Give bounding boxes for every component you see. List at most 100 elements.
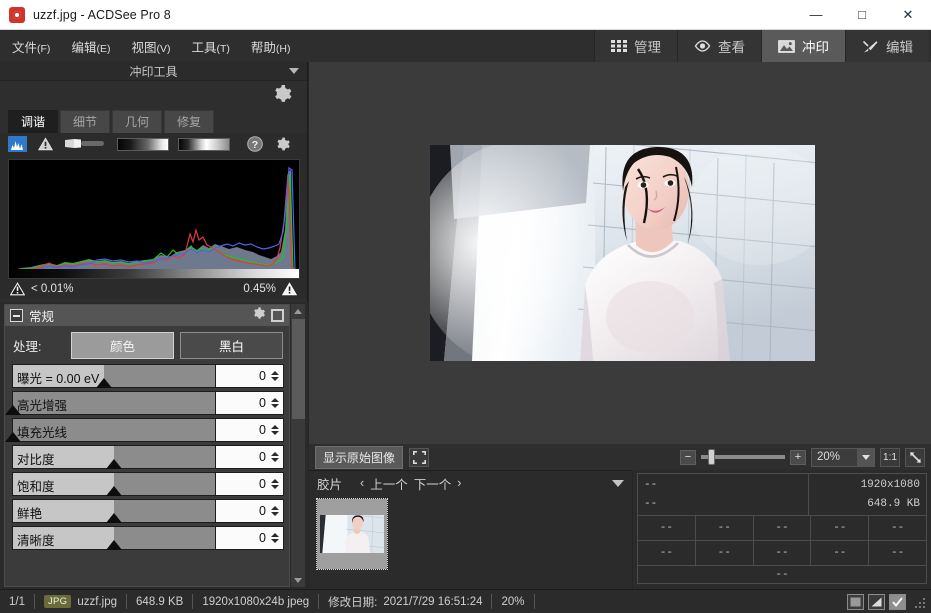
spinner-arrows-icon[interactable] bbox=[271, 398, 279, 408]
panel-split-icon[interactable] bbox=[868, 593, 885, 610]
histogram-settings-gear-icon[interactable] bbox=[273, 136, 292, 152]
slider-contrast-spinner[interactable]: 0 bbox=[215, 446, 283, 468]
gradient-bar-2[interactable] bbox=[178, 137, 230, 151]
slider-clarity[interactable]: 清晰度 0 bbox=[12, 526, 284, 550]
film-strip-item[interactable] bbox=[316, 498, 388, 570]
zoom-slider-thumb[interactable] bbox=[708, 449, 715, 465]
processing-color-button[interactable]: 颜色 bbox=[71, 332, 174, 359]
acdsee-window: uzzf.jpg - ACDSee Pro 8 — □ ✕ 文件(F) 编辑(E… bbox=[0, 0, 931, 613]
shadow-clip-warning-icon[interactable] bbox=[9, 282, 26, 296]
film-strip-prev-button[interactable]: 上一个 bbox=[370, 474, 408, 493]
exif-cell: -- bbox=[811, 541, 870, 565]
exif-row-2: -- -- -- -- -- bbox=[638, 541, 926, 566]
scrollbar-thumb[interactable] bbox=[291, 319, 305, 419]
mode-view-label: 查看 bbox=[718, 40, 745, 55]
slider-saturation-value: 0 bbox=[259, 477, 266, 491]
fullscreen-icon[interactable] bbox=[409, 447, 430, 467]
mode-edit-button[interactable]: 编辑 bbox=[845, 30, 929, 62]
histogram-tonal-gradient bbox=[9, 269, 299, 278]
zoom-level-select[interactable]: 20% bbox=[811, 447, 875, 467]
mode-manage-button[interactable]: 管理 bbox=[594, 30, 677, 62]
highlight-clip-warning-icon[interactable] bbox=[281, 282, 298, 296]
controls-scrollbar[interactable] bbox=[290, 304, 305, 587]
histogram-icon[interactable] bbox=[8, 136, 27, 152]
slider-exposure[interactable]: 曝光 = 0.00 eV 0 bbox=[12, 364, 284, 388]
help-icon[interactable]: ? bbox=[245, 136, 264, 152]
slider-highlight-enhancement-spinner[interactable]: 0 bbox=[215, 392, 283, 414]
status-filesize: 648.9 KB bbox=[136, 595, 184, 608]
slider-saturation[interactable]: 饱和度 0 bbox=[12, 472, 284, 496]
slider-contrast[interactable]: 对比度 0 bbox=[12, 445, 284, 469]
collapse-icon[interactable] bbox=[10, 309, 23, 322]
slider-list: 曝光 = 0.00 eV 0 高光增强 0 填充光线 0 对比度 0 饱和度 0… bbox=[5, 364, 289, 557]
menu-edit-label: 编辑 bbox=[71, 40, 97, 55]
processing-mode-row: 处理: 颜色 黑白 bbox=[5, 326, 289, 364]
slider-highlight-enhancement-value: 0 bbox=[259, 396, 266, 410]
chevron-left-icon[interactable]: ‹ bbox=[360, 476, 364, 490]
mode-develop-label: 冲印 bbox=[802, 40, 829, 55]
scroll-up-icon[interactable] bbox=[294, 304, 302, 318]
chevron-right-icon[interactable]: › bbox=[457, 476, 461, 490]
gear-icon[interactable] bbox=[272, 83, 293, 109]
section-reset-icon[interactable] bbox=[271, 309, 284, 322]
image-viewer[interactable] bbox=[309, 62, 931, 444]
panel-check-icon[interactable] bbox=[889, 593, 906, 610]
spinner-arrows-icon[interactable] bbox=[271, 506, 279, 516]
slider-fill-light-spinner[interactable]: 0 bbox=[215, 419, 283, 441]
mode-develop-button[interactable]: 冲印 bbox=[761, 30, 845, 62]
slider-clarity-label: 清晰度 bbox=[17, 534, 55, 548]
brush-tool-icon[interactable] bbox=[64, 136, 108, 152]
brush-icon bbox=[862, 40, 879, 53]
tab-detail[interactable]: 细节 bbox=[60, 110, 111, 133]
tab-geometry[interactable]: 几何 bbox=[112, 110, 163, 133]
slider-highlight-enhancement[interactable]: 高光增强 0 bbox=[5, 391, 284, 415]
spinner-arrows-icon[interactable] bbox=[271, 452, 279, 462]
minimize-button[interactable]: — bbox=[793, 0, 839, 30]
exif-cell: -- bbox=[890, 547, 905, 559]
warning-icon[interactable] bbox=[36, 136, 55, 152]
menu-help[interactable]: 帮助(H) bbox=[242, 33, 300, 60]
processing-bw-button[interactable]: 黑白 bbox=[180, 332, 283, 359]
zoom-slider[interactable] bbox=[701, 449, 785, 465]
tab-tune[interactable]: 调谐 bbox=[8, 110, 59, 133]
status-filename: uzzf.jpg bbox=[77, 595, 118, 608]
spinner-arrows-icon[interactable] bbox=[271, 371, 279, 381]
slider-vibrance[interactable]: 鲜艳 0 bbox=[12, 499, 284, 523]
menu-file[interactable]: 文件(F) bbox=[3, 33, 59, 60]
zoom-in-button[interactable]: + bbox=[790, 449, 806, 465]
film-strip-next-button[interactable]: 下一个 bbox=[414, 474, 452, 493]
gradient-bar-1[interactable] bbox=[117, 137, 169, 151]
menu-view[interactable]: 视图(V) bbox=[122, 33, 179, 60]
section-gear-icon[interactable] bbox=[252, 306, 266, 325]
slider-clarity-spinner[interactable]: 0 bbox=[215, 527, 283, 549]
zoom-out-button[interactable]: − bbox=[680, 449, 696, 465]
spinner-arrows-icon[interactable] bbox=[271, 425, 279, 435]
histogram-chart[interactable] bbox=[8, 159, 300, 279]
menu-view-mnemonic: (V) bbox=[156, 42, 171, 55]
mode-view-button[interactable]: 查看 bbox=[677, 30, 761, 62]
panel-none-icon[interactable] bbox=[847, 593, 864, 610]
grid-icon bbox=[611, 40, 627, 52]
slider-vibrance-spinner[interactable]: 0 bbox=[215, 500, 283, 522]
close-button[interactable]: ✕ bbox=[885, 0, 931, 30]
actual-size-button[interactable]: 1:1 bbox=[880, 447, 900, 467]
resize-grip-icon[interactable] bbox=[913, 596, 925, 608]
preview-image[interactable] bbox=[430, 145, 815, 361]
slider-saturation-spinner[interactable]: 0 bbox=[215, 473, 283, 495]
spinner-arrows-icon[interactable] bbox=[271, 479, 279, 489]
slider-fill-light[interactable]: 填充光线 0 bbox=[5, 418, 284, 442]
tab-repair[interactable]: 修复 bbox=[164, 110, 215, 133]
menu-tools[interactable]: 工具(T) bbox=[182, 33, 238, 60]
chevron-down-icon[interactable] bbox=[857, 448, 874, 466]
scroll-down-icon[interactable] bbox=[294, 573, 302, 587]
chevron-down-icon[interactable] bbox=[612, 479, 624, 487]
fit-to-window-icon[interactable] bbox=[905, 447, 925, 467]
exif-left-line-1: -- bbox=[644, 478, 658, 491]
slider-exposure-spinner[interactable]: 0 bbox=[215, 365, 283, 387]
maximize-button[interactable]: □ bbox=[839, 0, 885, 30]
menu-edit[interactable]: 编辑(E) bbox=[62, 33, 119, 60]
show-original-button[interactable]: 显示原始图像 bbox=[315, 445, 404, 469]
spinner-arrows-icon[interactable] bbox=[271, 533, 279, 543]
chevron-down-icon[interactable] bbox=[289, 68, 299, 74]
exif-summary: -- -- 1920x1080 648.9 KB bbox=[638, 474, 926, 516]
